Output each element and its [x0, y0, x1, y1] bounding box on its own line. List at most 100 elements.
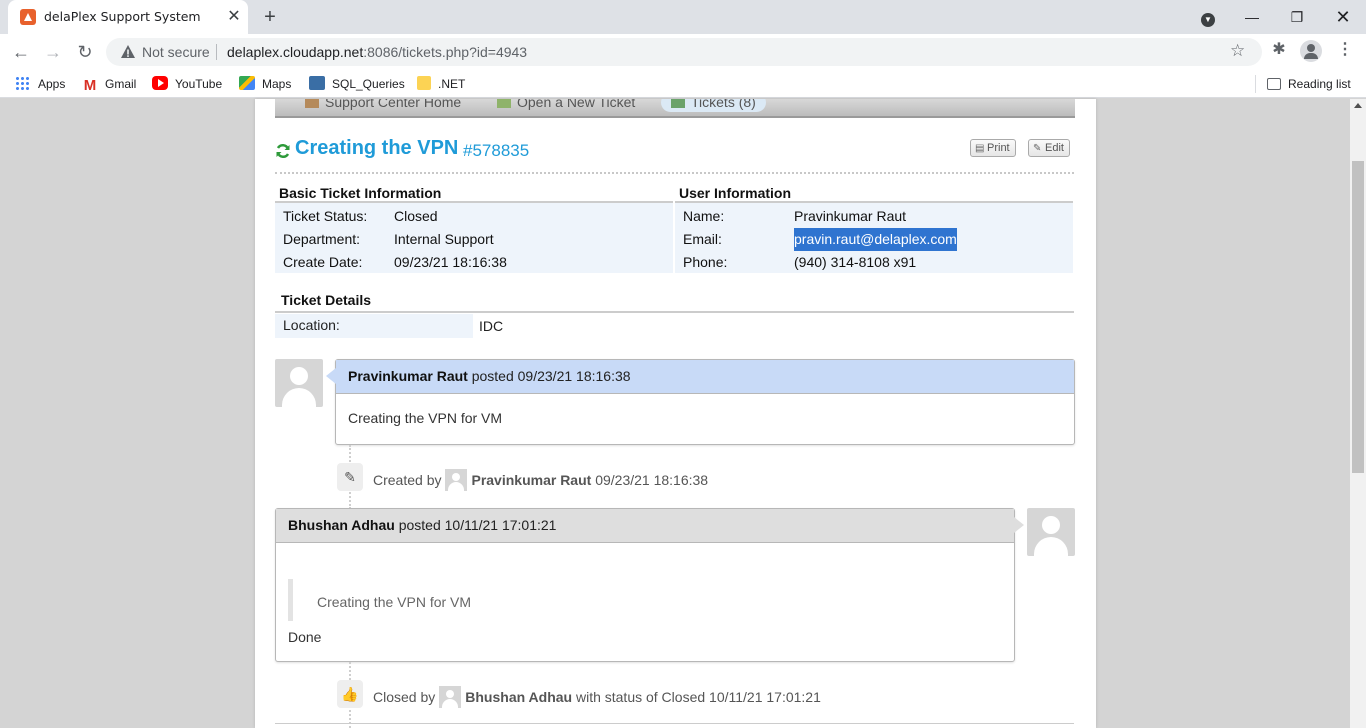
- quoted-text: Creating the VPN for VM: [288, 579, 1002, 621]
- not-secure-label[interactable]: Not secure: [142, 44, 210, 60]
- bookmark-maps[interactable]: Maps: [239, 75, 291, 93]
- browser-tab[interactable]: delaPlex Support System ✕: [8, 0, 248, 34]
- avatar: [275, 359, 323, 407]
- tab-title: delaPlex Support System: [44, 9, 201, 24]
- info-row-name: Name: Pravinkumar Raut: [675, 205, 1073, 228]
- user-info: User Information Name: Pravinkumar Raut E…: [675, 183, 1073, 273]
- pencil-icon: ✎: [1033, 143, 1042, 154]
- bookmark-label: .NET: [438, 77, 466, 91]
- scrollbar-thumb[interactable]: [1352, 161, 1364, 473]
- event-author: Bhushan Adhau: [465, 689, 573, 705]
- print-label: Print: [987, 142, 1010, 154]
- window-close-button[interactable]: ✕: [1331, 6, 1355, 28]
- bookmark-label: Apps: [38, 77, 66, 91]
- forward-arrow-icon[interactable]: →: [40, 39, 66, 65]
- extensions-puzzle-icon[interactable]: ✱: [1268, 39, 1290, 61]
- edit-label: Edit: [1045, 142, 1064, 154]
- thumbs-up-icon: 👍: [337, 680, 363, 708]
- tab-search-button[interactable]: ▼: [1196, 6, 1220, 28]
- ticket-title[interactable]: Creating the VPN: [295, 137, 458, 160]
- new-tab-button[interactable]: +: [258, 5, 282, 29]
- tab-close-icon[interactable]: ✕: [224, 7, 244, 27]
- reading-list-icon: [1267, 78, 1281, 90]
- url-path: :8086/tickets.php?id=4943: [363, 44, 528, 60]
- nav-label: Tickets (8): [691, 99, 756, 110]
- sql-icon: [309, 76, 325, 90]
- reload-icon[interactable]: ↻: [72, 39, 98, 65]
- tickets-icon: [671, 99, 685, 108]
- info-row-status: Ticket Status: Closed: [275, 205, 673, 228]
- home-icon: [305, 99, 319, 108]
- warning-icon[interactable]: [120, 44, 136, 60]
- avatar: [439, 686, 462, 708]
- gmail-icon: M: [83, 77, 97, 94]
- bookmark-label: Gmail: [105, 77, 137, 91]
- bookmarks-divider: [1255, 75, 1256, 93]
- folder-icon: [417, 76, 431, 90]
- details-row-location: Location: IDC: [275, 314, 1074, 338]
- avatar: [445, 469, 468, 491]
- bookmark-label: YouTube: [175, 77, 223, 91]
- maps-icon: [239, 76, 255, 90]
- minimize-button[interactable]: —: [1240, 6, 1264, 28]
- field-value: (940) 314-8108 x91: [794, 254, 917, 270]
- magic-wand-icon: ✎: [337, 463, 363, 491]
- nav-new-ticket[interactable]: Open a New Ticket: [497, 99, 635, 110]
- email-value[interactable]: pravin.raut@delaplex.com: [794, 228, 957, 251]
- bookmark-star-icon[interactable]: ☆: [1230, 41, 1245, 61]
- tab-strip: delaPlex Support System ✕ + ▼ — ❐ ✕: [0, 0, 1366, 34]
- delaplex-favicon-icon: [20, 9, 36, 25]
- omnibox-divider: [216, 44, 217, 60]
- event-prefix: Closed by: [373, 689, 436, 705]
- support-center-container: Support Center Home Open a New Ticket Ti…: [255, 99, 1096, 728]
- printer-icon: ▤: [975, 143, 985, 154]
- address-bar[interactable]: Not secure delaplex.cloudapp.net:8086/ti…: [106, 38, 1262, 66]
- bookmark-apps[interactable]: Apps: [15, 75, 65, 93]
- field-label: Department:: [283, 231, 361, 247]
- thread-message: Bhushan Adhau posted 10/11/21 17:01:21 C…: [275, 508, 1024, 662]
- ticket-number: #578835: [463, 141, 530, 160]
- bookmark-sql-queries[interactable]: SQL_Queries: [309, 75, 405, 93]
- youtube-icon: [152, 76, 168, 90]
- url-text[interactable]: delaplex.cloudapp.net:8086/tickets.php?i…: [227, 44, 527, 60]
- message-author: Pravinkumar Raut: [348, 368, 468, 384]
- bookmark-gmail[interactable]: M Gmail: [82, 75, 137, 94]
- nav-tickets[interactable]: Tickets (8): [661, 99, 766, 112]
- edit-button[interactable]: ✎ Edit: [1028, 139, 1070, 157]
- reading-list-button[interactable]: Reading list: [1267, 75, 1351, 93]
- info-row-department: Department: Internal Support: [275, 228, 673, 251]
- profile-avatar-icon[interactable]: [1300, 40, 1322, 62]
- page-scrollbar[interactable]: [1350, 99, 1366, 728]
- field-value: Closed: [394, 208, 438, 224]
- message-body: Creating the VPN for VM Done: [276, 543, 1014, 649]
- chevron-down-icon: ▼: [1201, 13, 1215, 27]
- bookmarks-bar: Apps M Gmail YouTube Maps SQL_Queries .NE…: [0, 70, 1366, 98]
- message-author: Bhushan Adhau: [288, 517, 395, 533]
- field-label: Ticket Status:: [283, 208, 368, 224]
- maximize-button[interactable]: ❐: [1285, 6, 1309, 28]
- browser-toolbar: ← → ↻ Not secure delaplex.cloudapp.net:8…: [0, 34, 1366, 70]
- message-posted: posted 09/23/21 18:16:38: [471, 368, 631, 384]
- bookmark-youtube[interactable]: YouTube: [152, 75, 222, 93]
- basic-info-body: Ticket Status: Closed Department: Internal…: [275, 203, 673, 273]
- event-suffix: 09/23/21 18:16:38: [595, 472, 709, 488]
- info-row-create-date: Create Date: 09/23/21 18:16:38: [275, 251, 673, 274]
- message-posted: posted 10/11/21 17:01:21: [398, 517, 557, 533]
- scroll-up-arrow-icon[interactable]: [1354, 103, 1362, 108]
- url-host: delaplex.cloudapp.net: [227, 44, 364, 60]
- event-prefix: Created by: [373, 472, 442, 488]
- kebab-menu-icon[interactable]: ⋮: [1334, 39, 1356, 61]
- back-arrow-icon[interactable]: ←: [8, 39, 34, 65]
- bookmark-dotnet[interactable]: .NET: [417, 75, 465, 93]
- avatar: [1027, 508, 1075, 556]
- user-info-heading: User Information: [675, 183, 1073, 203]
- refresh-icon[interactable]: [275, 143, 291, 159]
- field-value: Pravinkumar Raut: [794, 208, 907, 224]
- basic-info-heading: Basic Ticket Information: [275, 183, 673, 203]
- reading-list-label: Reading list: [1288, 77, 1351, 91]
- print-button[interactable]: ▤ Print: [970, 139, 1016, 157]
- nav-support-home[interactable]: Support Center Home: [305, 99, 461, 110]
- nav-label: Support Center Home: [325, 99, 462, 110]
- ticket-details-heading: Ticket Details: [275, 291, 1074, 313]
- main-nav: Support Center Home Open a New Ticket Ti…: [275, 99, 1075, 118]
